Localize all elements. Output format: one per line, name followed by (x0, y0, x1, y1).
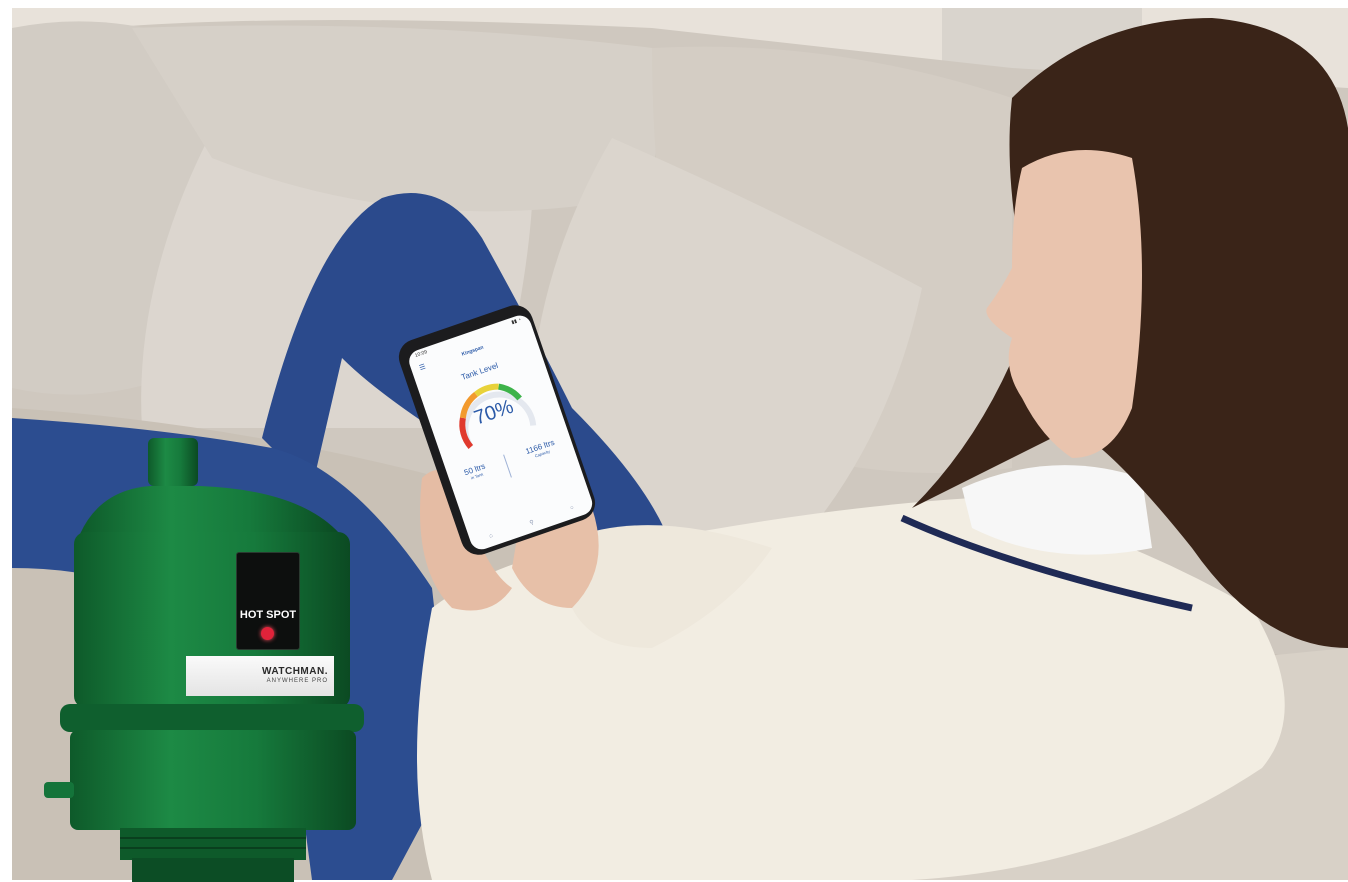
status-icons: ▮▮ ◔ (510, 316, 523, 326)
watchman-device: HOT SPOT WATCHMAN. ANYWHERE PRO (40, 434, 370, 882)
device-lower-body (70, 730, 356, 830)
home-icon[interactable]: ⌂ (488, 533, 494, 541)
device-brand-label: WATCHMAN. ANYWHERE PRO (186, 656, 334, 696)
device-shoulder (80, 486, 340, 534)
device-base (132, 858, 294, 882)
stat-divider (503, 454, 513, 478)
search-icon[interactable]: ○ (569, 505, 575, 513)
hot-spot-badge: HOT SPOT (236, 552, 300, 650)
device-thread (120, 828, 306, 860)
device-band (60, 704, 364, 732)
device-brand-text: WATCHMAN. (262, 666, 328, 677)
status-led (261, 627, 274, 640)
device-subbrand-text: ANYWHERE PRO (266, 678, 328, 684)
stat-capacity: 1166 ltrs Capacity (524, 438, 560, 470)
hot-spot-label: HOT SPOT (239, 609, 297, 621)
device-side-nub (44, 782, 74, 798)
filter-icon[interactable]: ⚲ (529, 519, 535, 527)
status-time: 10:09 (414, 349, 429, 359)
stat-in-tank: 50 ltrs in Tank (463, 462, 491, 492)
device-nozzle (148, 438, 198, 486)
